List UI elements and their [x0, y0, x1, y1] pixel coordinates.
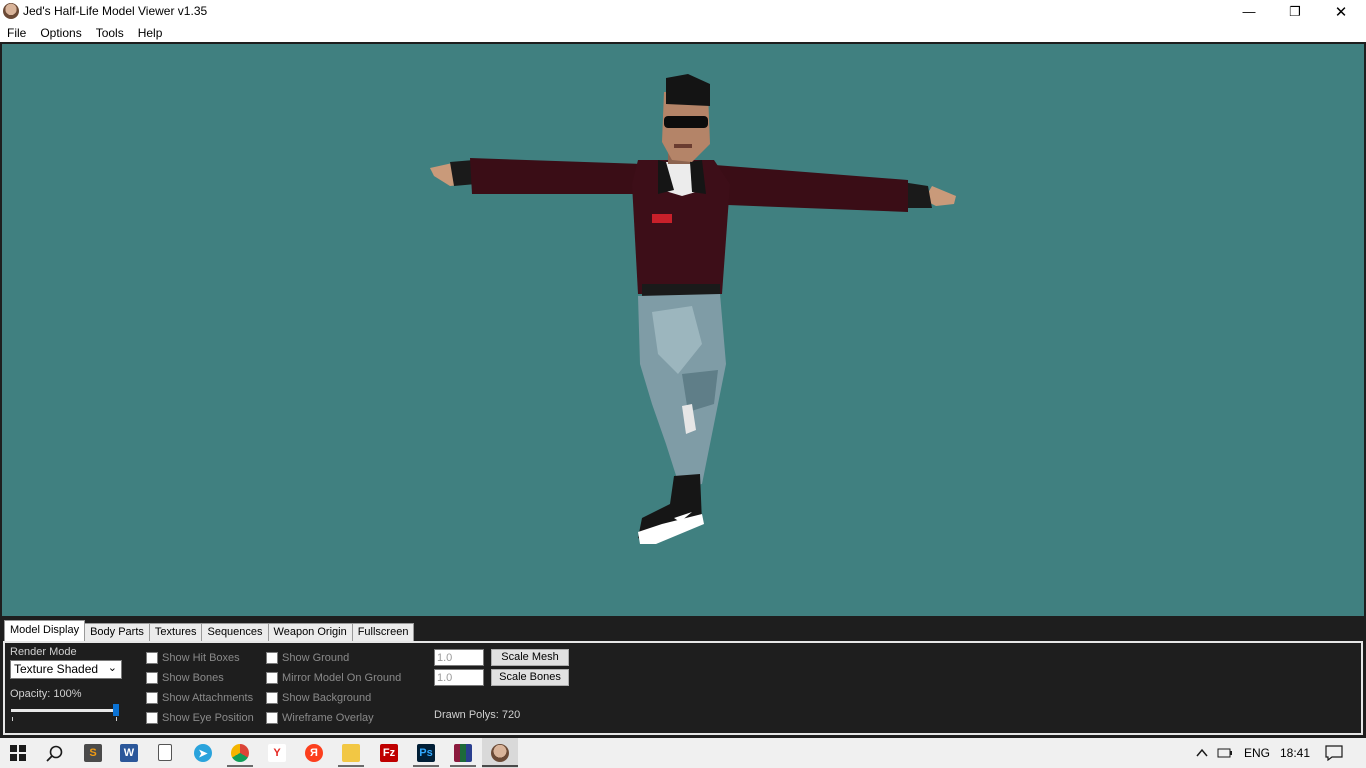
window-title: Jed's Half-Life Model Viewer v1.35: [23, 4, 208, 18]
mirror-model-label: Mirror Model On Ground: [282, 672, 402, 684]
menu-help[interactable]: Help: [131, 23, 170, 42]
photoshop-icon[interactable]: Ps: [417, 744, 435, 762]
menu-bar: File Options Tools Help: [0, 23, 1366, 42]
mirror-model-checkbox[interactable]: [266, 672, 278, 684]
show-eye-position-checkbox[interactable]: [146, 712, 158, 724]
wireframe-overlay-label: Wireframe Overlay: [282, 712, 374, 724]
show-hit-boxes-label: Show Hit Boxes: [162, 652, 240, 664]
tab-sequences[interactable]: Sequences: [201, 623, 269, 641]
render-mode-value: Texture Shaded: [14, 662, 99, 676]
tab-textures[interactable]: Textures: [148, 623, 203, 641]
close-button[interactable]: ✕: [1318, 0, 1364, 23]
minimize-button[interactable]: —: [1226, 0, 1272, 23]
show-ground-label: Show Ground: [282, 652, 350, 664]
taskbar-active-indicator: [338, 765, 364, 767]
wireframe-overlay-checkbox[interactable]: [266, 712, 278, 724]
model-viewport[interactable]: [2, 44, 1364, 616]
word-icon[interactable]: W: [120, 744, 138, 762]
filezilla-icon[interactable]: Fz: [380, 744, 398, 762]
menu-options[interactable]: Options: [33, 23, 88, 42]
opacity-slider-track[interactable]: [11, 709, 117, 712]
opacity-slider-thumb[interactable]: [113, 704, 119, 716]
app-icon: [3, 3, 19, 19]
drawn-polys-label: Drawn Polys: 720: [434, 709, 521, 721]
taskbar-active-indicator: [482, 765, 518, 767]
tab-fullscreen[interactable]: Fullscreen: [351, 623, 415, 641]
render-mode-label: Render Mode: [10, 646, 77, 658]
show-background-label: Show Background: [282, 692, 372, 704]
show-background-checkbox[interactable]: [266, 692, 278, 704]
tab-weapon-origin[interactable]: Weapon Origin: [267, 623, 353, 641]
menu-tools[interactable]: Tools: [89, 23, 131, 42]
telegram-icon[interactable]: ➤: [194, 744, 212, 762]
show-hit-boxes-checkbox[interactable]: [146, 652, 158, 664]
show-eye-position-label: Show Eye Position: [162, 712, 254, 724]
taskbar-active-indicator: [227, 765, 253, 767]
title-bar: Jed's Half-Life Model Viewer v1.35 — ❐ ✕: [0, 0, 1366, 23]
winrar-icon[interactable]: [454, 744, 472, 762]
show-ground-checkbox[interactable]: [266, 652, 278, 664]
windows-start-icon[interactable]: [10, 745, 26, 761]
render-mode-select[interactable]: Texture Shaded ⌄: [10, 660, 122, 679]
tab-model-display[interactable]: Model Display: [4, 620, 86, 641]
clock[interactable]: 18:41: [1280, 746, 1310, 760]
slider-tick: [116, 717, 117, 721]
chevron-up-icon[interactable]: [1196, 748, 1208, 758]
file-icon[interactable]: [158, 744, 172, 761]
tab-strip: Model Display Body Parts Textures Sequen…: [2, 620, 1364, 641]
tab-body-parts[interactable]: Body Parts: [84, 623, 150, 641]
notifications-icon[interactable]: [1325, 745, 1343, 761]
show-bones-checkbox[interactable]: [146, 672, 158, 684]
yandex-icon[interactable]: Я: [305, 744, 323, 762]
scale-mesh-input[interactable]: 1.0: [434, 649, 484, 666]
yandex-browser-icon[interactable]: Y: [268, 744, 286, 762]
sublime-text-icon[interactable]: S: [84, 744, 102, 762]
show-attachments-label: Show Attachments: [162, 692, 254, 704]
show-attachments-checkbox[interactable]: [146, 692, 158, 704]
character-model: [430, 74, 956, 544]
maximize-button[interactable]: ❐: [1272, 0, 1318, 23]
taskbar-active-indicator: [413, 765, 439, 767]
taskbar-active-indicator: [450, 765, 476, 767]
chevron-down-icon: ⌄: [107, 662, 117, 674]
language-indicator[interactable]: ENG: [1244, 746, 1270, 760]
search-icon[interactable]: [46, 745, 63, 762]
battery-icon[interactable]: [1217, 747, 1233, 759]
scale-bones-button[interactable]: Scale Bones: [491, 669, 569, 686]
chrome-icon[interactable]: [231, 744, 249, 762]
opacity-label: Opacity: 100%: [10, 688, 82, 700]
taskbar: S W ➤ Y Я Fz Ps ENG 18:41: [0, 738, 1366, 768]
scale-mesh-button[interactable]: Scale Mesh: [491, 649, 569, 666]
hlmv-icon[interactable]: [491, 744, 509, 762]
show-bones-label: Show Bones: [162, 672, 224, 684]
file-explorer-icon[interactable]: [342, 744, 360, 762]
slider-tick: [12, 717, 13, 721]
model-display-panel: Render Mode Texture Shaded ⌄ Opacity: 10…: [3, 641, 1363, 735]
menu-file[interactable]: File: [0, 23, 33, 42]
scale-bones-input[interactable]: 1.0: [434, 669, 484, 686]
